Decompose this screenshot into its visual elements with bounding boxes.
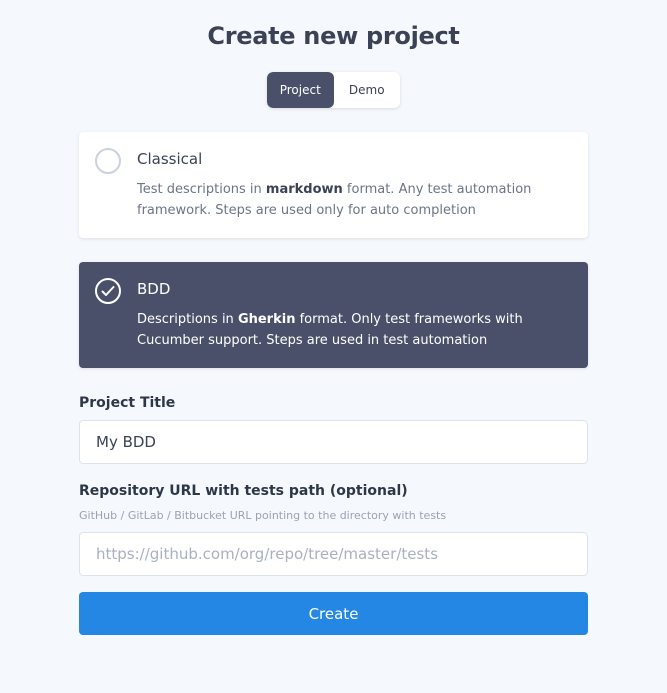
project-title-label: Project Title <box>79 395 176 411</box>
bdd-option-title: BDD <box>137 280 171 298</box>
repo-url-label: Repository URL with tests path (optional… <box>79 483 408 499</box>
classical-option-card[interactable]: Classical Test descriptions in markdown … <box>79 132 588 238</box>
project-type-toggle: Project Demo <box>267 72 400 108</box>
toggle-demo[interactable]: Demo <box>334 72 401 108</box>
bdd-option-card[interactable]: BDD Descriptions in Gherkin format. Only… <box>79 262 588 368</box>
page-title: Create new project <box>207 22 460 50</box>
create-button[interactable]: Create <box>79 592 588 635</box>
markdown-keyword: markdown <box>265 182 343 197</box>
classical-option-description: Test descriptions in markdown format. An… <box>137 182 532 218</box>
repo-url-input[interactable] <box>79 532 588 576</box>
radio-unchecked-icon <box>95 148 121 174</box>
project-title-input[interactable] <box>79 420 588 464</box>
bdd-option-description: Descriptions in Gherkin format. Only tes… <box>137 312 523 348</box>
toggle-project[interactable]: Project <box>267 72 334 108</box>
classical-option-title: Classical <box>137 150 203 168</box>
gherkin-keyword: Gherkin <box>237 312 296 327</box>
check-circle-icon <box>95 278 121 304</box>
repo-url-hint: GitHub / GitLab / Bitbucket URL pointing… <box>79 509 447 522</box>
